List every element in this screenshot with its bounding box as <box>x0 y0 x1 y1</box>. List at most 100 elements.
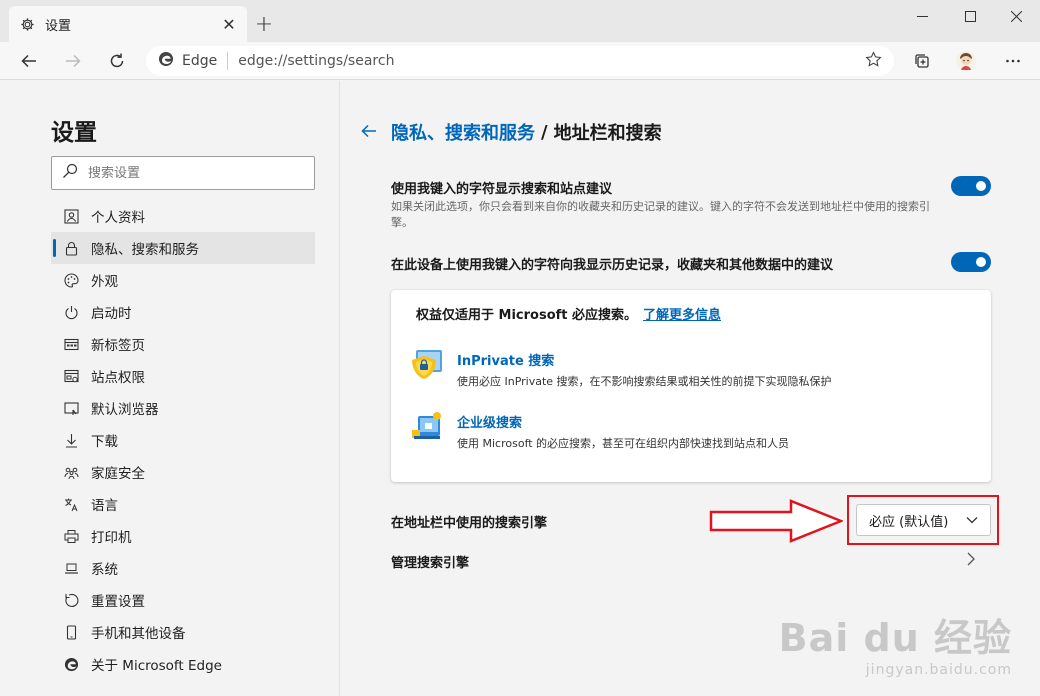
breadcrumb-separator: / <box>541 121 548 143</box>
sidebar-item-label: 系统 <box>91 562 118 578</box>
inprivate-search-title[interactable]: InPrivate 搜索 <box>457 350 554 369</box>
inprivate-search-desc: 使用必应 InPrivate 搜索，在不影响搜索结果或相关性的前提下实现隐私保护 <box>457 375 832 388</box>
enterprise-search-icon <box>410 408 446 444</box>
sidebar-item-profile[interactable]: 个人资料 <box>51 200 315 232</box>
sidebar-item-label: 重置设置 <box>91 594 145 610</box>
reset-icon <box>63 592 79 608</box>
sidebar-item-default-browser[interactable]: 默认浏览器 <box>51 392 315 424</box>
sidebar-item-downloads[interactable]: 下载 <box>51 424 315 456</box>
new-tab-icon[interactable]: + <box>252 12 276 37</box>
sidebar-item-newtab[interactable]: 新标签页 <box>51 328 315 360</box>
more-options-icon[interactable] <box>998 46 1028 76</box>
sidebar-item-label: 家庭安全 <box>91 466 145 482</box>
phone-icon <box>63 624 79 640</box>
red-arrow-annotation <box>709 499 843 543</box>
language-icon <box>63 496 79 512</box>
edge-logo-icon <box>158 51 174 71</box>
sidebar-item-label: 新标签页 <box>91 338 145 354</box>
profile-icon <box>63 208 79 224</box>
breadcrumb: 隐私、搜索和服务 / 地址栏和搜索 <box>361 119 662 145</box>
printer-icon <box>63 528 79 544</box>
minimize-icon[interactable] <box>898 0 946 32</box>
sidebar-item-label: 外观 <box>91 274 118 290</box>
edge-logo-icon <box>63 656 79 672</box>
family-icon <box>63 464 79 480</box>
collections-icon[interactable] <box>907 46 937 76</box>
sidebar-item-privacy[interactable]: 隐私、搜索和服务 <box>51 232 315 264</box>
settings-sidebar: 设置 个人资料 隐私、搜索和服务 外观 启动时 新标签页 站点权限 <box>0 81 340 696</box>
sidebar-item-label: 启动时 <box>91 306 132 322</box>
favorite-star-icon[interactable] <box>865 50 882 72</box>
card-heading-text: 权益仅适用于 Microsoft 必应搜索。 <box>416 308 638 323</box>
tab-title: 设置 <box>45 18 72 34</box>
site-permissions-icon <box>63 368 79 384</box>
system-icon <box>63 560 79 576</box>
newtab-icon <box>63 336 79 352</box>
sidebar-item-label: 语言 <box>91 498 118 514</box>
enterprise-search-desc: 使用 Microsoft 的必应搜索，甚至可在组织内部快速找到站点和人员 <box>457 437 790 450</box>
download-icon <box>63 432 79 448</box>
card-heading: 权益仅适用于 Microsoft 必应搜索。 了解更多信息 <box>416 304 721 323</box>
suggestions-toggle[interactable] <box>951 176 991 196</box>
breadcrumb-parent-link[interactable]: 隐私、搜索和服务 <box>391 119 535 145</box>
manage-search-engines-label[interactable]: 管理搜索引擎 <box>391 552 469 571</box>
settings-nav: 个人资料 隐私、搜索和服务 外观 启动时 新标签页 站点权限 默认浏览器 下载 <box>51 200 315 680</box>
settings-tab[interactable]: 设置 ✕ <box>9 6 247 42</box>
close-window-icon[interactable] <box>992 0 1040 32</box>
lock-icon <box>63 240 79 256</box>
sidebar-item-reset[interactable]: 重置设置 <box>51 584 315 616</box>
title-bar: 设置 ✕ + <box>0 0 1040 42</box>
profile-avatar-icon[interactable] <box>951 46 981 76</box>
default-browser-icon <box>63 400 79 416</box>
sidebar-item-label: 手机和其他设备 <box>91 626 186 642</box>
address-divider <box>227 52 229 70</box>
power-icon <box>63 304 79 320</box>
red-highlight-box <box>847 495 999 545</box>
history-suggestions-title: 在此设备上使用我键入的字符向我显示历史记录，收藏夹和其他数据中的建议 <box>391 258 834 273</box>
sidebar-item-label: 隐私、搜索和服务 <box>91 242 199 258</box>
search-engine-label: 在地址栏中使用的搜索引擎 <box>391 516 548 531</box>
sidebar-item-appearance[interactable]: 外观 <box>51 264 315 296</box>
address-bar[interactable]: Edge edge://settings/search <box>146 46 894 76</box>
learn-more-link[interactable]: 了解更多信息 <box>643 308 721 323</box>
sidebar-item-label: 下载 <box>91 434 118 450</box>
refresh-icon[interactable] <box>102 46 132 76</box>
sidebar-item-languages[interactable]: 语言 <box>51 488 315 520</box>
back-arrow-icon[interactable] <box>361 122 381 143</box>
watermark-line1: Bai du 经验 <box>778 616 1012 660</box>
gear-icon <box>19 16 35 32</box>
chevron-right-icon[interactable] <box>966 551 980 569</box>
suggestions-setting-desc: 如果关闭此选项，你只会看到来自你的收藏夹和历史记录的建议。键入的字符不会发送到地… <box>391 200 930 229</box>
sidebar-item-startup[interactable]: 启动时 <box>51 296 315 328</box>
address-url[interactable]: edge://settings/search <box>238 53 865 69</box>
sidebar-item-site-permissions[interactable]: 站点权限 <box>51 360 315 392</box>
back-icon[interactable] <box>14 46 44 76</box>
sidebar-title: 设置 <box>51 120 97 146</box>
address-site-label: Edge <box>182 53 218 69</box>
suggestions-setting-title: 使用我键入的字符显示搜索和站点建议 <box>391 182 613 197</box>
forward-icon[interactable] <box>58 46 88 76</box>
baidu-watermark: Bai du 经验 jingyan.baidu.com <box>779 607 1012 678</box>
toolbar: Edge edge://settings/search <box>0 42 1040 80</box>
sidebar-item-about[interactable]: 关于 Microsoft Edge <box>51 648 315 680</box>
sidebar-item-label: 个人资料 <box>91 210 145 226</box>
search-icon <box>62 163 78 183</box>
sidebar-item-family-safety[interactable]: 家庭安全 <box>51 456 315 488</box>
settings-search-box[interactable] <box>51 156 315 190</box>
enterprise-search-title[interactable]: 企业级搜索 <box>457 412 522 431</box>
watermark-line2: jingyan.baidu.com <box>865 662 1012 678</box>
sidebar-item-label: 打印机 <box>91 530 132 546</box>
close-tab-icon[interactable]: ✕ <box>219 14 239 34</box>
settings-search-input[interactable] <box>88 165 288 181</box>
sidebar-item-phone[interactable]: 手机和其他设备 <box>51 616 315 648</box>
sidebar-item-printers[interactable]: 打印机 <box>51 520 315 552</box>
inprivate-search-icon <box>410 346 446 382</box>
page-title: 地址栏和搜索 <box>553 123 662 144</box>
palette-icon <box>63 272 79 288</box>
sidebar-item-label: 站点权限 <box>91 370 145 386</box>
history-suggestions-toggle[interactable] <box>951 252 991 272</box>
sidebar-item-system[interactable]: 系统 <box>51 552 315 584</box>
sidebar-item-label: 默认浏览器 <box>91 402 159 418</box>
sidebar-item-label: 关于 Microsoft Edge <box>91 658 222 674</box>
maximize-icon[interactable] <box>946 0 994 32</box>
